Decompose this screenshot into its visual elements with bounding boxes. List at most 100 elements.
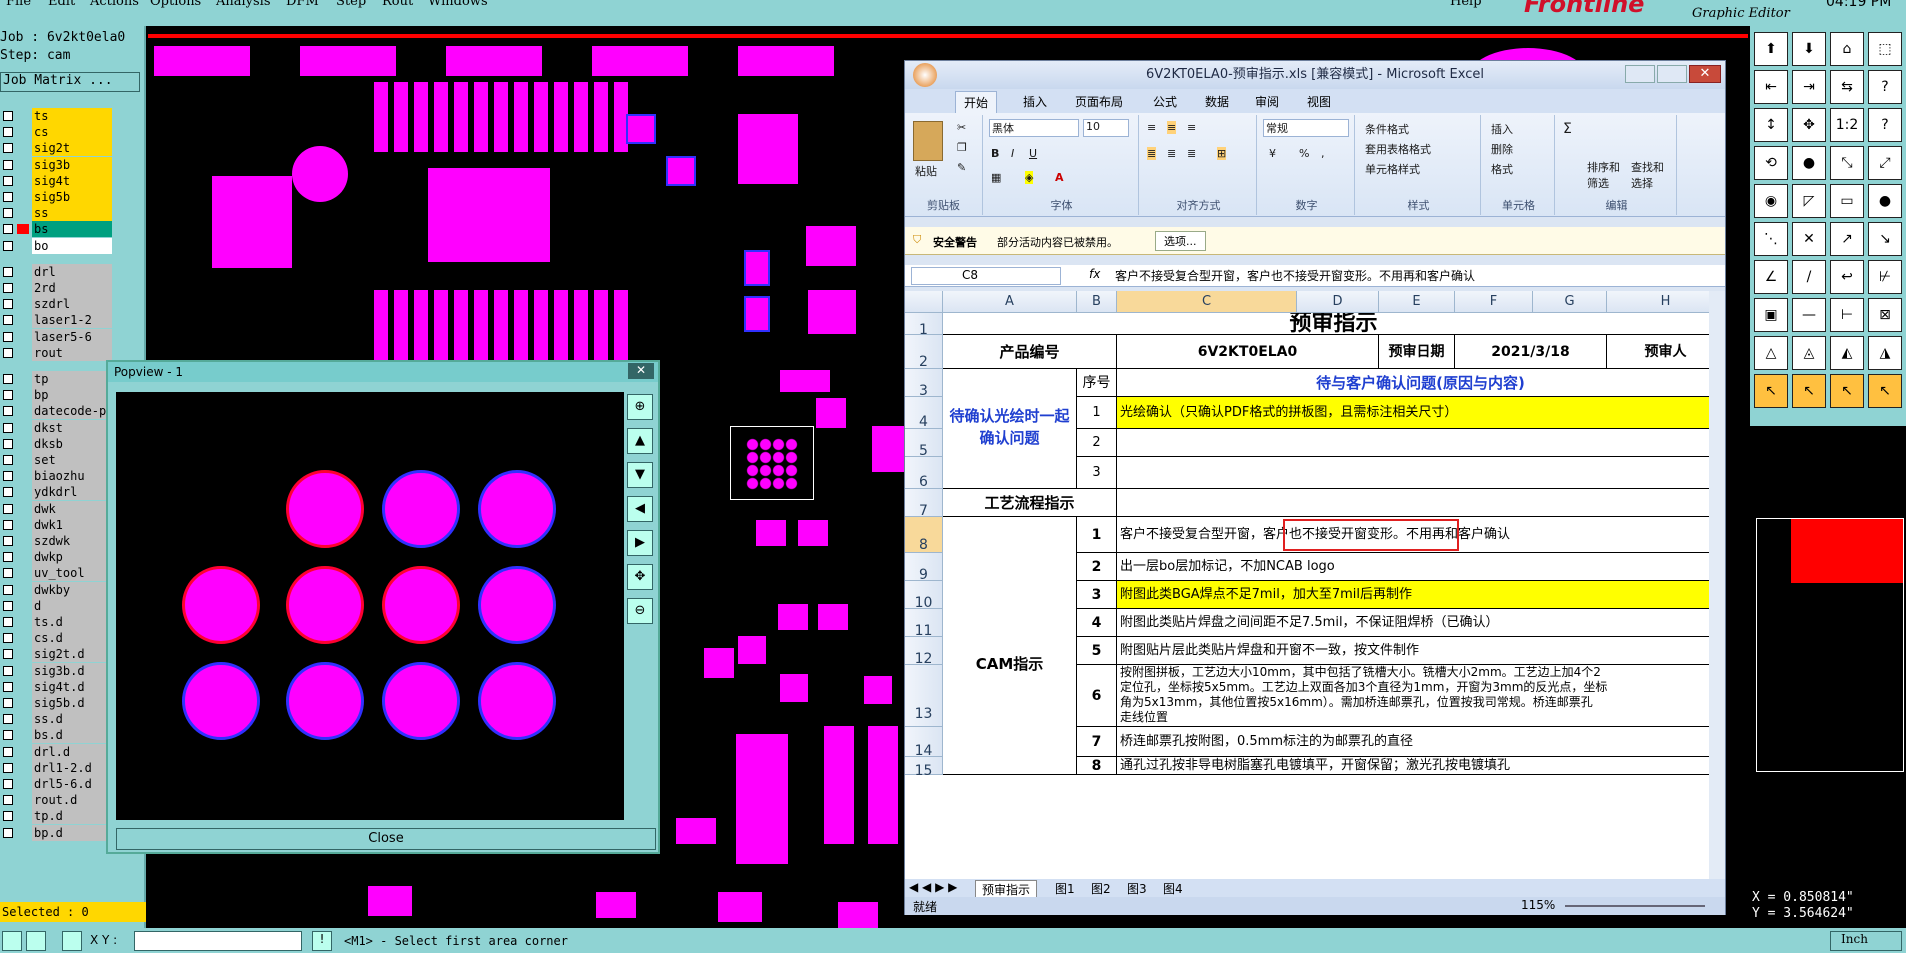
layer-checkbox[interactable]: [3, 347, 13, 358]
layer-name[interactable]: uv_tool: [32, 565, 112, 582]
layer-color-swatch[interactable]: [17, 552, 29, 563]
layer-row[interactable]: sig4t: [0, 172, 146, 189]
layer-name[interactable]: biaozhu: [32, 468, 112, 485]
sheet-nav-icon[interactable]: ◀ ◀ ▶ ▶: [909, 880, 957, 894]
column-header[interactable]: A: [943, 291, 1077, 313]
cam-item[interactable]: 附图贴片层此类贴片焊盘和开窗不一致，按文件制作: [1117, 637, 1725, 665]
layer-checkbox[interactable]: [3, 315, 13, 326]
layer-name[interactable]: szdrl: [32, 296, 112, 313]
sheet-tab[interactable]: 图2: [1091, 880, 1111, 897]
layer-color-swatch[interactable]: [17, 811, 29, 822]
copy-icon[interactable]: ❐: [957, 141, 967, 154]
layer-color-swatch[interactable]: [17, 503, 29, 514]
align-center-icon[interactable]: ≣: [1167, 147, 1176, 160]
layer-color-swatch[interactable]: [17, 827, 29, 838]
layer-color-swatch[interactable]: [17, 649, 29, 660]
stretch-icon[interactable]: ⤡: [1830, 146, 1864, 180]
layer-name[interactable]: sig3b.d: [32, 662, 112, 679]
seq-number[interactable]: 1: [1077, 517, 1117, 553]
menu-step[interactable]: Step: [336, 0, 366, 9]
font-color-icon[interactable]: A: [1055, 171, 1064, 184]
triangle-icon[interactable]: △: [1754, 336, 1788, 370]
format-cells-button[interactable]: 格式: [1491, 161, 1513, 177]
layer-name[interactable]: sig4t.d: [32, 678, 112, 695]
process-cell[interactable]: [1117, 489, 1725, 517]
layer-name[interactable]: bs.d: [32, 727, 112, 744]
layer-color-swatch[interactable]: [17, 584, 29, 595]
window-close-icon[interactable]: ✕: [1689, 65, 1721, 83]
layer-name[interactable]: set: [32, 452, 112, 468]
delete-cells-button[interactable]: 删除: [1491, 141, 1513, 157]
cell-styles-button[interactable]: 单元格样式: [1365, 161, 1420, 177]
layer-color-swatch[interactable]: [17, 224, 29, 235]
align-left-icon[interactable]: ≣: [1147, 147, 1157, 160]
layer-checkbox[interactable]: [3, 714, 13, 725]
layer-checkbox[interactable]: [3, 143, 13, 154]
popview-canvas[interactable]: [116, 392, 624, 820]
find-select-button[interactable]: 查找和选择: [1631, 159, 1671, 191]
layer-checkbox[interactable]: [3, 175, 13, 186]
layer-name[interactable]: rout: [32, 344, 112, 361]
layer-checkbox[interactable]: [3, 487, 13, 498]
layer-checkbox[interactable]: [3, 746, 13, 757]
layer-checkbox[interactable]: [3, 208, 13, 219]
pointer-icon[interactable]: ↖: [1754, 374, 1788, 408]
layer-checkbox[interactable]: [3, 331, 13, 342]
row-header[interactable]: 1: [905, 313, 943, 338]
layer-name[interactable]: ydkdrl: [32, 484, 112, 501]
layer-color-swatch[interactable]: [17, 283, 29, 293]
layer-color-swatch[interactable]: [17, 487, 29, 498]
layer-name[interactable]: drl5-6.d: [32, 776, 112, 792]
pan-icon[interactable]: ⇆: [1830, 70, 1864, 104]
diagonal-icon[interactable]: /: [1792, 260, 1826, 294]
layer-checkbox[interactable]: [3, 568, 13, 579]
rotate-icon[interactable]: ⟲: [1754, 146, 1788, 180]
cam-item[interactable]: 附图此类BGA焊点不足7mil，加大至7mil后再制作: [1117, 581, 1725, 609]
align-bottom-icon[interactable]: ≡: [1187, 121, 1196, 134]
snap-icon[interactable]: [2, 931, 22, 951]
layer-name[interactable]: dksb: [32, 435, 112, 452]
percent-icon[interactable]: %: [1299, 147, 1309, 160]
select-pad-icon[interactable]: ◉: [1754, 184, 1788, 218]
layer-name[interactable]: drl1-2.d: [32, 759, 112, 776]
align-top-icon[interactable]: ≡: [1147, 121, 1156, 134]
layer-name[interactable]: sig2t: [32, 140, 112, 157]
layer-checkbox[interactable]: [3, 665, 13, 676]
zoom-house-icon[interactable]: ⌂: [1830, 32, 1864, 66]
row-header[interactable]: 5: [905, 429, 943, 459]
number-format-select[interactable]: 常规: [1263, 119, 1349, 137]
layer-checkbox[interactable]: [3, 299, 13, 310]
layer-color-swatch[interactable]: [17, 331, 29, 342]
layer-name[interactable]: tp: [32, 371, 112, 387]
sort-filter-button[interactable]: 排序和筛选: [1587, 159, 1627, 191]
layer-color-swatch[interactable]: [17, 208, 29, 219]
overview-map[interactable]: [1756, 518, 1904, 772]
scale-icon[interactable]: 1:2: [1830, 108, 1864, 142]
layer-name[interactable]: rout.d: [32, 792, 112, 809]
layer-row[interactable]: sig3b: [0, 156, 146, 173]
pointer-lasso-icon[interactable]: ↖: [1868, 374, 1902, 408]
zoom-fit-icon[interactable]: ✥: [627, 564, 653, 590]
zoom-in-icon[interactable]: ⊕: [627, 394, 653, 420]
fx-icon[interactable]: fx: [1089, 267, 1100, 281]
cam-item[interactable]: 通孔过孔按非导电树脂塞孔电镀填平，开窗保留；激光孔按电镀填孔: [1117, 757, 1725, 775]
tab-review[interactable]: 审阅: [1255, 93, 1279, 110]
layer-row[interactable]: sig5b: [0, 189, 146, 205]
layer-color-swatch[interactable]: [17, 471, 29, 482]
layer-name[interactable]: 2rd: [32, 280, 112, 296]
arrow-se-icon[interactable]: ↘: [1868, 222, 1902, 256]
layer-row[interactable]: szdrl: [0, 296, 146, 313]
layer-row[interactable]: ss: [0, 205, 146, 222]
layer-name[interactable]: dwk1: [32, 516, 112, 533]
menu-analysis[interactable]: Analysis: [216, 0, 271, 9]
pointer-sub-icon[interactable]: ↖: [1830, 374, 1864, 408]
layer-color-swatch[interactable]: [17, 568, 29, 579]
layer-checkbox[interactable]: [3, 762, 13, 773]
layer-checkbox[interactable]: [3, 811, 13, 822]
tab-data[interactable]: 数据: [1205, 93, 1229, 110]
layer-name[interactable]: dwkby: [32, 581, 112, 598]
seq-number[interactable]: 6: [1077, 665, 1117, 727]
name-box[interactable]: C8: [911, 267, 1061, 285]
layer-row[interactable]: laser5-6: [0, 328, 146, 345]
shape-icon[interactable]: ◮: [1868, 336, 1902, 370]
